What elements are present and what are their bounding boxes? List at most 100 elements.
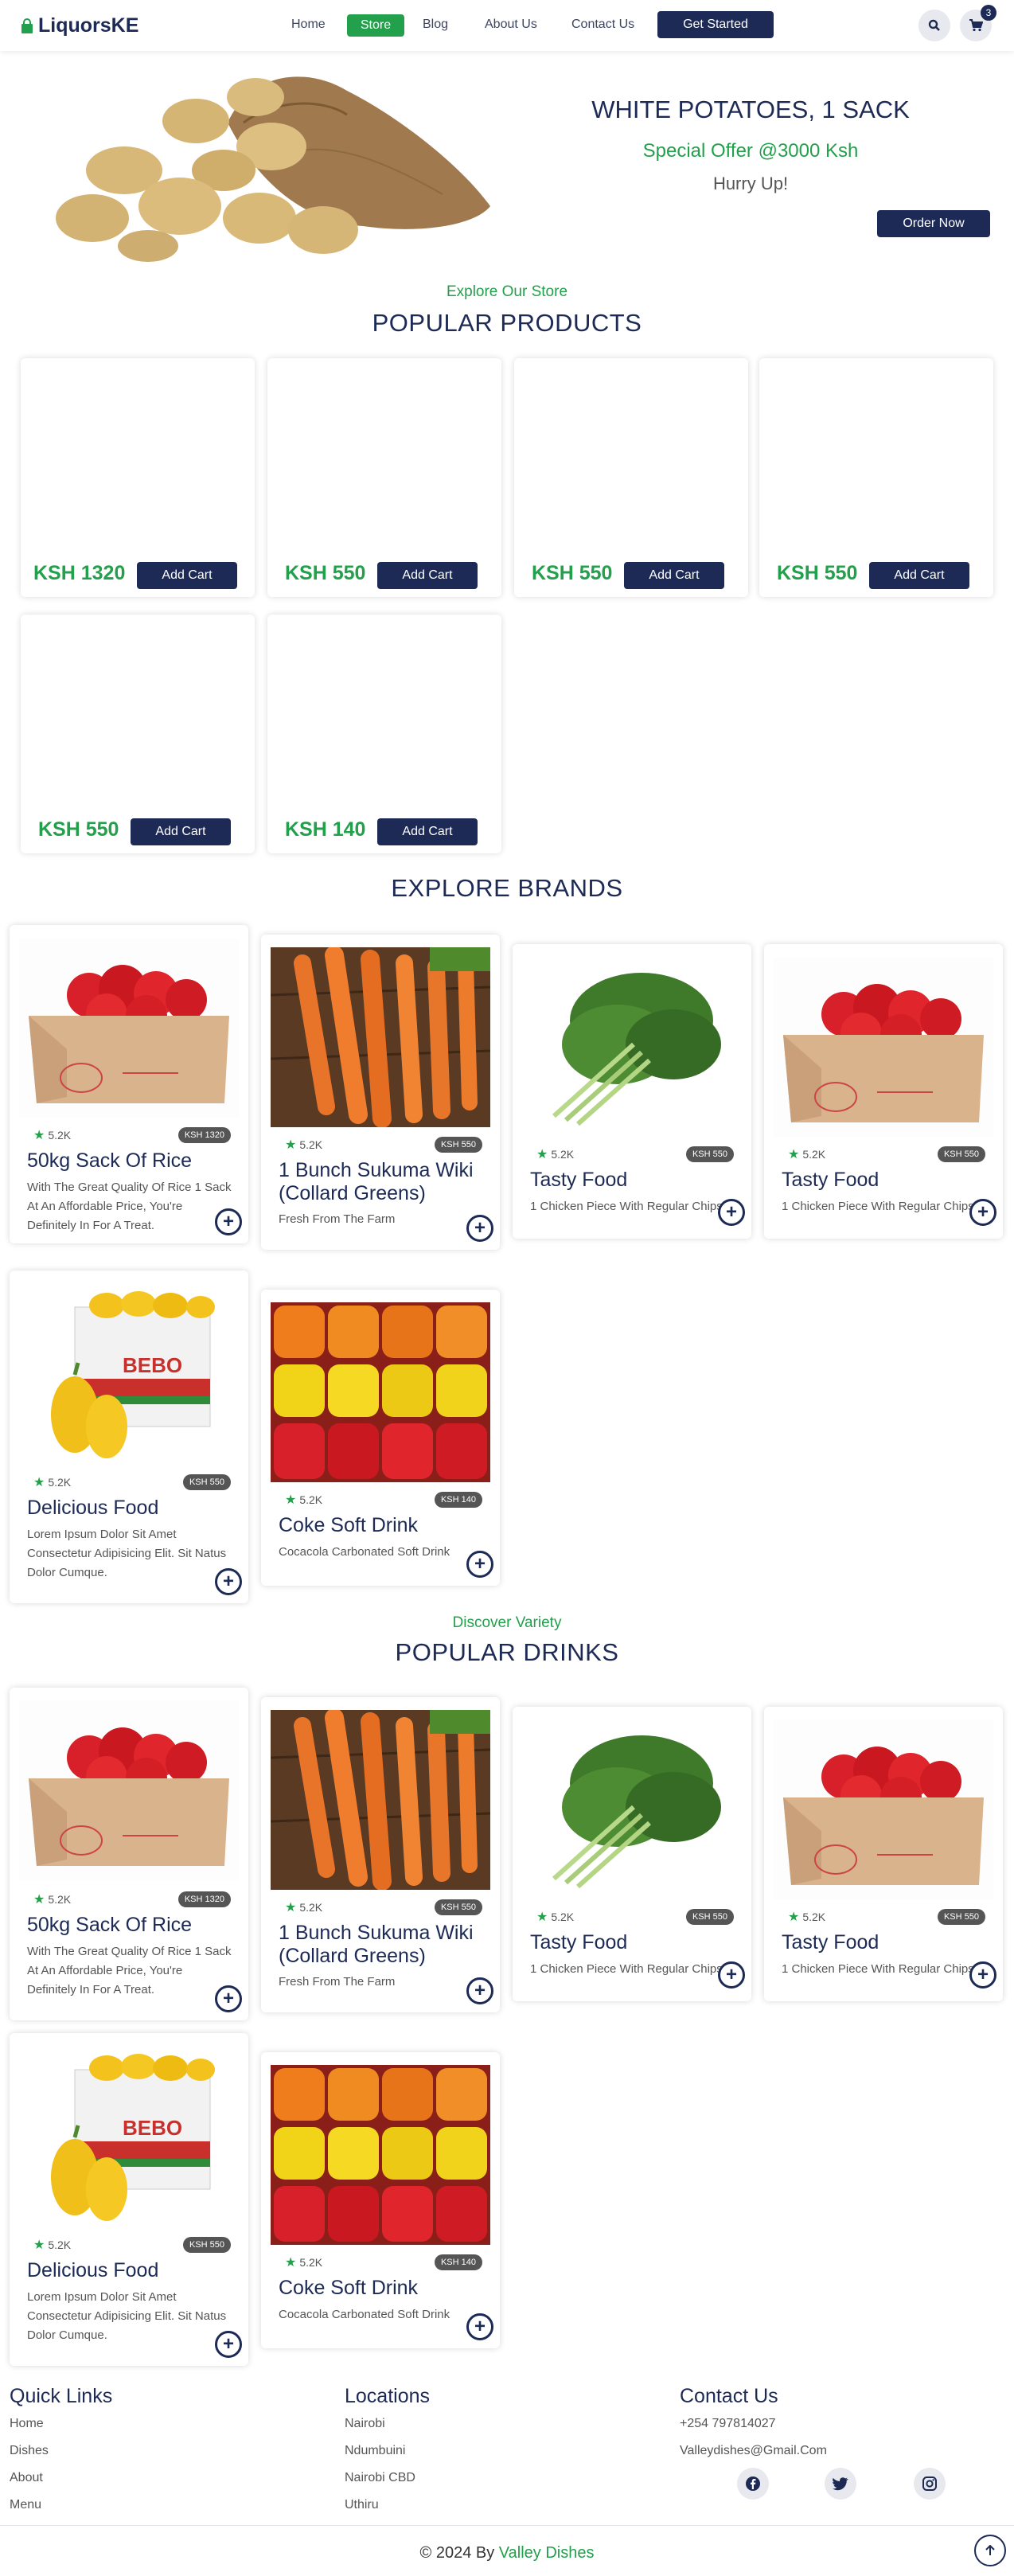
food-title: Tasty Food (530, 1169, 628, 1191)
food-title: Tasty Food (782, 1169, 879, 1191)
add-cart-button[interactable]: Add Cart (131, 818, 231, 845)
product-card[interactable]: KSH 140 Add Cart (267, 615, 501, 853)
food-card[interactable]: ★ 5.2K KSH 140 Coke Soft Drink Cocacola C… (261, 2052, 500, 2348)
star-icon: ★ (285, 2256, 297, 2270)
search-icon (928, 19, 940, 31)
food-card[interactable]: ★ 5.2K KSH 550 Tasty Food 1 Chicken Piece… (764, 944, 1003, 1239)
food-image-red-peppers-box (774, 1719, 993, 1899)
food-image-carrots (271, 947, 490, 1127)
food-card[interactable]: ★ 5.2K KSH 140 Coke Soft Drink Cocacola C… (261, 1290, 500, 1586)
food-card[interactable]: ★ 5.2K KSH 1320 50kg Sack Of Rice With Th… (10, 1688, 248, 2020)
add-button[interactable]: + (466, 1977, 493, 2004)
product-card[interactable]: KSH 550 Add Cart (21, 615, 255, 853)
plus-icon: + (222, 1571, 234, 1592)
add-button[interactable]: + (215, 2331, 242, 2358)
add-button[interactable]: + (215, 1568, 242, 1595)
back-to-top-button[interactable] (974, 2535, 1006, 2566)
twitter-icon (833, 2477, 848, 2491)
rating: ★ 5.2K (788, 1146, 825, 1162)
rating-value: 5.2K (551, 1911, 575, 1923)
footer-link-home[interactable]: Home (10, 2417, 44, 2431)
product-card[interactable]: KSH 550 Add Cart (759, 358, 993, 597)
rating-value: 5.2K (48, 1129, 72, 1142)
price-badge: KSH 550 (434, 1899, 482, 1915)
food-card[interactable]: ★ 5.2K KSH 550 Tasty Food 1 Chicken Piece… (513, 944, 751, 1239)
copyright-text: © 2024 By (419, 2544, 495, 2562)
add-cart-button[interactable]: Add Cart (624, 562, 724, 589)
food-title: 50kg Sack Of Rice (27, 1149, 193, 1172)
contact-phone: +254 797814027 (680, 2417, 776, 2430)
add-cart-button[interactable]: Add Cart (377, 562, 478, 589)
quick-links-title: Quick Links (10, 2385, 113, 2407)
brand-logo[interactable]: LiquorsKE (21, 14, 138, 37)
footer-link-dishes[interactable]: Dishes (10, 2444, 49, 2458)
order-now-button[interactable]: Order Now (877, 210, 990, 237)
brand-name: LiquorsKE (38, 14, 139, 37)
products-eyebrow: Explore Our Store (446, 283, 568, 300)
plus-icon: + (474, 1553, 486, 1575)
food-image-red-peppers-box (774, 957, 993, 1137)
facebook-link[interactable] (737, 2468, 769, 2500)
footer-link-about[interactable]: About (10, 2471, 43, 2485)
location-item: Nairobi CBD (345, 2471, 415, 2484)
add-button[interactable]: + (969, 1961, 996, 1989)
food-card[interactable]: ★ 5.2K KSH 550 1 Bunch Sukuma Wiki (Colla… (261, 935, 500, 1250)
product-card[interactable]: KSH 550 Add Cart (267, 358, 501, 597)
product-card[interactable]: KSH 1320 Add Cart (21, 358, 255, 597)
add-button[interactable]: + (969, 1199, 996, 1226)
food-card[interactable]: ★ 5.2K KSH 1320 50kg Sack Of Rice With Th… (10, 925, 248, 1243)
food-description: With The Great Quality Of Rice 1 Sack At… (27, 1945, 232, 1996)
add-cart-button[interactable]: Add Cart (869, 562, 969, 589)
nav-contact[interactable]: Contact Us (571, 18, 634, 32)
rating-value: 5.2K (299, 1493, 323, 1506)
food-title: Delicious Food (27, 1497, 159, 1519)
location-item: Ndumbuini (345, 2444, 406, 2457)
rating-value: 5.2K (48, 1893, 72, 1906)
food-description: 1 Chicken Piece With Regular Chips (530, 1962, 723, 1976)
add-button[interactable]: + (215, 1985, 242, 2012)
food-image-red-peppers-box (19, 1700, 239, 1880)
food-card[interactable]: ★ 5.2K KSH 550 Tasty Food 1 Chicken Piece… (764, 1707, 1003, 2001)
twitter-link[interactable] (825, 2468, 856, 2500)
add-button[interactable]: + (718, 1961, 745, 1989)
food-image-carrots (271, 1710, 490, 1890)
nav-store[interactable]: Store (347, 14, 404, 37)
product-price: KSH 1320 (33, 562, 126, 584)
price-badge: KSH 550 (182, 2237, 231, 2253)
top-navbar: LiquorsKE Home Store Blog About Us Conta… (0, 0, 1014, 51)
add-button[interactable]: + (718, 1199, 745, 1226)
cart-count-badge: 3 (981, 5, 996, 21)
food-card[interactable]: BEBO ★ 5.2K KSH 550 Delicious Food Lorem … (10, 2033, 248, 2366)
instagram-link[interactable] (914, 2468, 946, 2500)
add-button[interactable]: + (466, 1551, 493, 1578)
rating: ★ 5.2K (536, 1909, 574, 1925)
star-icon: ★ (536, 1911, 548, 1924)
star-icon: ★ (33, 1129, 45, 1142)
food-card[interactable]: BEBO ★ 5.2K KSH 550 Delicious Food Lorem … (10, 1270, 248, 1603)
rating: ★ 5.2K (285, 1899, 322, 1915)
food-image-mixed-peppers (271, 1302, 490, 1482)
brands-title: EXPLORE BRANDS (391, 874, 623, 902)
food-card[interactable]: ★ 5.2K KSH 550 1 Bunch Sukuma Wiki (Colla… (261, 1697, 500, 2012)
add-cart-button[interactable]: Add Cart (137, 562, 237, 589)
add-cart-button[interactable]: Add Cart (377, 818, 478, 845)
get-started-button[interactable]: Get Started (657, 11, 774, 38)
add-button[interactable]: + (466, 2313, 493, 2340)
nav-blog[interactable]: Blog (423, 18, 448, 32)
add-button[interactable]: + (215, 1208, 242, 1235)
plus-icon: + (725, 1201, 737, 1223)
cart-icon (969, 19, 983, 32)
food-title: Coke Soft Drink (279, 2277, 419, 2299)
search-button[interactable] (918, 10, 950, 41)
food-title: 50kg Sack Of Rice (27, 1914, 193, 1936)
food-title: Tasty Food (530, 1931, 628, 1953)
add-button[interactable]: + (466, 1215, 493, 1242)
footer-link-menu[interactable]: Menu (10, 2498, 41, 2512)
rating: ★ 5.2K (536, 1146, 574, 1162)
nav-home[interactable]: Home (291, 18, 326, 32)
nav-about[interactable]: About Us (485, 18, 537, 32)
contact-email[interactable]: Valleydishes@Gmail.Com (680, 2444, 827, 2458)
product-card[interactable]: KSH 550 Add Cart (514, 358, 748, 597)
copyright-link[interactable]: Valley Dishes (499, 2544, 595, 2562)
food-card[interactable]: ★ 5.2K KSH 550 Tasty Food 1 Chicken Piece… (513, 1707, 751, 2001)
